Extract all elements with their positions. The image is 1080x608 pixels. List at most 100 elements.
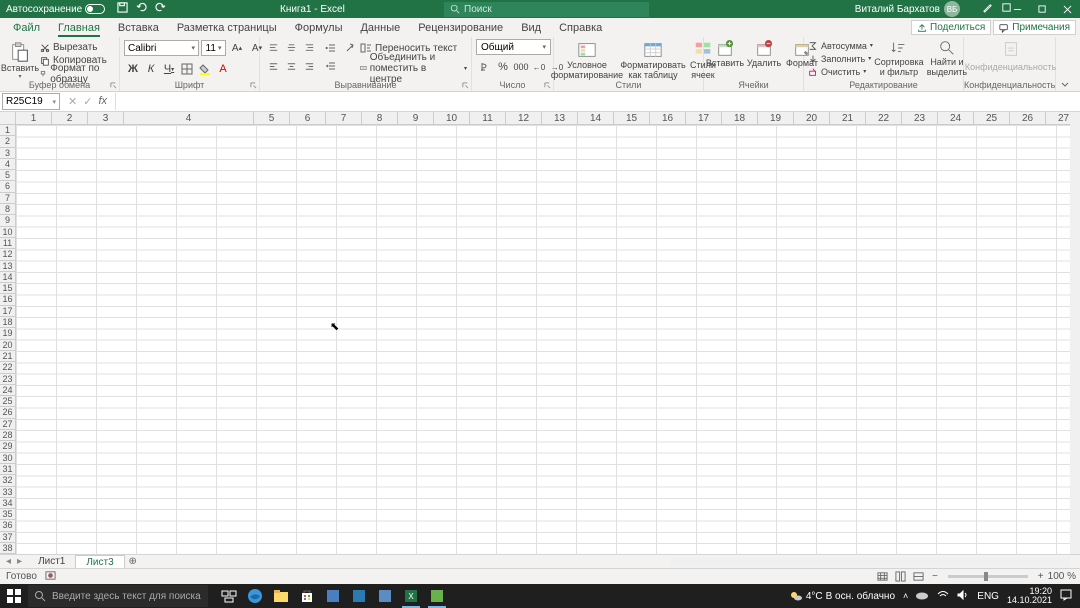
row-header[interactable]: 24 bbox=[0, 385, 15, 396]
row-header[interactable]: 25 bbox=[0, 396, 15, 407]
row-header[interactable]: 12 bbox=[0, 249, 15, 260]
row-header[interactable]: 36 bbox=[0, 520, 15, 531]
row-header[interactable]: 32 bbox=[0, 475, 15, 486]
zoom-in-button[interactable]: + bbox=[1038, 571, 1044, 582]
percent-button[interactable]: % bbox=[494, 58, 512, 76]
fill-color-button[interactable] bbox=[196, 60, 214, 78]
increase-font-button[interactable]: A▴ bbox=[228, 39, 246, 57]
column-header[interactable]: 2 bbox=[52, 112, 88, 124]
row-header[interactable]: 18 bbox=[0, 317, 15, 328]
store-icon[interactable] bbox=[294, 584, 320, 608]
column-header[interactable]: 14 bbox=[578, 112, 614, 124]
row-header[interactable]: 11 bbox=[0, 238, 15, 249]
column-header[interactable]: 7 bbox=[326, 112, 362, 124]
insert-cells-button[interactable]: Вставить bbox=[708, 40, 742, 68]
row-header[interactable]: 19 bbox=[0, 328, 15, 339]
row-header[interactable]: 1 bbox=[0, 125, 15, 136]
fx-button[interactable]: fx bbox=[98, 95, 107, 108]
row-header[interactable]: 29 bbox=[0, 441, 15, 452]
cut-button[interactable]: Вырезать bbox=[40, 41, 115, 54]
sheet-tab[interactable]: Лист3 bbox=[76, 555, 124, 569]
tab-разметка страницы[interactable]: Разметка страницы bbox=[168, 19, 286, 37]
autosave-toggle[interactable]: Автосохранение bbox=[0, 4, 111, 15]
cell-grid[interactable] bbox=[16, 125, 1070, 554]
vertical-scrollbar[interactable] bbox=[1070, 112, 1080, 554]
tab-справка[interactable]: Справка bbox=[550, 19, 611, 37]
column-header[interactable]: 19 bbox=[758, 112, 794, 124]
row-header[interactable]: 35 bbox=[0, 509, 15, 520]
row-header[interactable]: 7 bbox=[0, 193, 15, 204]
row-header[interactable]: 6 bbox=[0, 181, 15, 192]
search-input[interactable]: Поиск bbox=[444, 2, 649, 17]
font-color-button[interactable]: A bbox=[214, 60, 232, 78]
formula-input[interactable] bbox=[115, 93, 1080, 110]
row-header[interactable]: 15 bbox=[0, 283, 15, 294]
wifi-icon[interactable] bbox=[937, 590, 949, 603]
row-header[interactable]: 22 bbox=[0, 362, 15, 373]
volume-icon[interactable] bbox=[957, 590, 969, 603]
alignment-dialog-launcher[interactable] bbox=[460, 80, 470, 90]
row-header[interactable]: 5 bbox=[0, 170, 15, 181]
tab-файл[interactable]: Файл bbox=[4, 19, 49, 37]
collapse-ribbon-button[interactable] bbox=[1056, 37, 1074, 91]
tab-рецензирование[interactable]: Рецензирование bbox=[409, 19, 512, 37]
row-header[interactable]: 17 bbox=[0, 306, 15, 317]
edge-icon[interactable] bbox=[242, 584, 268, 608]
user-account[interactable]: Виталий Бархатов ВБ bbox=[855, 1, 960, 17]
language-indicator[interactable]: ENG bbox=[977, 591, 999, 602]
align-left-button[interactable] bbox=[264, 57, 282, 75]
row-header[interactable]: 10 bbox=[0, 227, 15, 238]
explorer-icon[interactable] bbox=[268, 584, 294, 608]
page-break-view-button[interactable] bbox=[910, 570, 928, 583]
normal-view-button[interactable] bbox=[874, 570, 892, 583]
notifications-icon[interactable] bbox=[1060, 589, 1072, 604]
row-header[interactable]: 21 bbox=[0, 351, 15, 362]
row-header[interactable]: 28 bbox=[0, 430, 15, 441]
column-header[interactable]: 13 bbox=[542, 112, 578, 124]
row-header[interactable]: 4 bbox=[0, 159, 15, 170]
tab-вставка[interactable]: Вставка bbox=[109, 19, 168, 37]
align-right-button[interactable] bbox=[300, 57, 318, 75]
row-header[interactable]: 13 bbox=[0, 261, 15, 272]
align-middle-button[interactable] bbox=[282, 39, 300, 57]
comma-button[interactable]: 000 bbox=[512, 58, 530, 76]
increase-decimal-button[interactable]: ←0 bbox=[530, 58, 548, 76]
align-top-button[interactable] bbox=[264, 39, 282, 57]
row-header[interactable]: 31 bbox=[0, 464, 15, 475]
sheet-tab[interactable]: Лист1 bbox=[28, 555, 76, 569]
italic-button[interactable]: К bbox=[142, 60, 160, 78]
pen-icon[interactable] bbox=[982, 2, 993, 16]
clock[interactable]: 19:20 14.10.2021 bbox=[1007, 587, 1052, 605]
row-headers[interactable]: 1234567891011121314151617181920212223242… bbox=[0, 125, 16, 554]
undo-icon[interactable] bbox=[136, 2, 147, 16]
row-header[interactable]: 34 bbox=[0, 498, 15, 509]
number-format-select[interactable]: Общий▾ bbox=[476, 39, 551, 55]
column-header[interactable]: 12 bbox=[506, 112, 542, 124]
row-header[interactable]: 2 bbox=[0, 136, 15, 147]
name-box[interactable]: R25C19▾ bbox=[2, 93, 60, 110]
select-all-corner[interactable] bbox=[0, 112, 16, 125]
column-header[interactable]: 8 bbox=[362, 112, 398, 124]
column-header[interactable]: 11 bbox=[470, 112, 506, 124]
row-header[interactable]: 23 bbox=[0, 374, 15, 385]
tab-данные[interactable]: Данные bbox=[351, 19, 409, 37]
add-sheet-button[interactable]: ⊕ bbox=[125, 556, 141, 567]
row-header[interactable]: 38 bbox=[0, 543, 15, 554]
weather-widget[interactable]: 4°C В осн. облачно bbox=[789, 589, 895, 603]
column-headers[interactable]: 1234567891011121314151617181920212223242… bbox=[16, 112, 1070, 125]
font-dialog-launcher[interactable] bbox=[248, 80, 258, 90]
start-button[interactable] bbox=[0, 584, 28, 608]
fill-button[interactable]: Заполнить▾ bbox=[808, 52, 873, 65]
column-header[interactable]: 15 bbox=[614, 112, 650, 124]
font-size-select[interactable]: 11▾ bbox=[201, 40, 226, 56]
merge-center-button[interactable]: Объединить и поместить в центре▾ bbox=[360, 59, 467, 77]
clear-button[interactable]: Очистить▾ bbox=[808, 65, 873, 78]
column-header[interactable]: 9 bbox=[398, 112, 434, 124]
column-header[interactable]: 25 bbox=[974, 112, 1010, 124]
sheet-nav-prev[interactable]: ◂ bbox=[6, 556, 11, 567]
column-header[interactable]: 21 bbox=[830, 112, 866, 124]
share-button[interactable]: Поделиться bbox=[911, 20, 991, 35]
horizontal-scrollbar[interactable] bbox=[670, 557, 1070, 567]
row-header[interactable]: 30 bbox=[0, 453, 15, 464]
excel-taskbar-icon[interactable]: X bbox=[398, 584, 424, 608]
